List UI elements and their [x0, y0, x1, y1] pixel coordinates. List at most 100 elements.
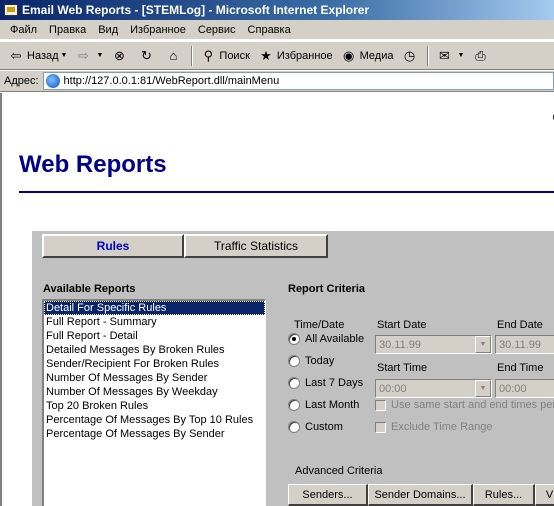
chevron-down-icon[interactable]: ▼: [475, 336, 491, 353]
refresh-button[interactable]: ↻: [134, 45, 161, 67]
radio-custom[interactable]: Custom: [288, 421, 343, 433]
reports-listbox[interactable]: Detail For Specific Rules Full Report - …: [42, 299, 266, 506]
start-time-label: Start Time: [377, 362, 428, 374]
chevron-down-icon[interactable]: ▼: [475, 380, 491, 397]
address-label: Адрес:: [4, 75, 39, 87]
end-date-value: 30.11.99: [499, 338, 542, 351]
menu-edit[interactable]: Правка: [43, 24, 92, 36]
list-item[interactable]: Number Of Messages By Sender: [44, 371, 265, 385]
start-date-select[interactable]: 30.11.99 ▼: [375, 335, 492, 354]
sender-domains-button[interactable]: Sender Domains...: [368, 484, 473, 506]
senders-button[interactable]: Senders...: [288, 484, 368, 506]
browser-toolbar: ⇦ Назад ▼ ⇨ ▼ ⊗ ↻ ⌂ ⚲ Поиск ★ Избранное …: [0, 41, 554, 70]
same-times-label: Use same start and end times per: [391, 399, 554, 411]
title-divider: [19, 191, 554, 193]
radio-button-checked[interactable]: [288, 333, 300, 345]
chevron-down-icon: ▼: [96, 52, 104, 59]
forward-button[interactable]: ⇨ ▼: [71, 45, 107, 67]
back-button[interactable]: ⇦ Назад ▼: [4, 45, 71, 67]
media-button-label: Медиа: [359, 49, 394, 62]
window-titlebar: Email Web Reports - [STEMLog] - Microsof…: [0, 0, 554, 20]
ie-window-icon: [4, 4, 18, 16]
history-button[interactable]: ◷: [397, 45, 424, 67]
tab-rules[interactable]: Rules: [42, 234, 184, 258]
radio-all-available[interactable]: All Available: [288, 333, 364, 345]
time-date-label: Time/Date: [294, 319, 345, 331]
toolbar-separator: [191, 45, 194, 66]
radio-last-7-days[interactable]: Last 7 Days: [288, 377, 363, 389]
end-date-select[interactable]: 30.11.99: [495, 335, 554, 354]
available-reports-heading: Available Reports: [43, 283, 136, 295]
list-item[interactable]: Full Report - Detail: [44, 329, 265, 343]
radio-today[interactable]: Today: [288, 355, 334, 367]
menubar: Файл Правка Вид Избранное Сервис Справка: [0, 20, 554, 40]
start-time-select[interactable]: 00:00 ▼: [375, 379, 492, 398]
more-criteria-button[interactable]: V: [535, 484, 554, 506]
advanced-criteria-label: Advanced Criteria: [295, 465, 383, 477]
favorites-button-label: Избранное: [276, 49, 333, 62]
forward-arrow-icon: ⇨: [78, 47, 89, 63]
radio-button[interactable]: [288, 421, 300, 433]
media-button[interactable]: ◉ Медиа: [337, 45, 398, 67]
window-title: Email Web Reports - [STEMLog] - Microsof…: [22, 3, 370, 17]
list-item[interactable]: Full Report - Summary: [44, 315, 265, 329]
same-times-checkbox[interactable]: [375, 399, 386, 411]
stop-icon: ⊗: [113, 47, 125, 63]
list-item[interactable]: Percentage Of Messages By Top 10 Rules: [44, 413, 265, 427]
address-url: http://127.0.0.1:81/WebReport.dll/mainMe…: [63, 75, 280, 87]
radio-label: Last Month: [305, 399, 360, 411]
radio-last-month[interactable]: Last Month: [288, 399, 359, 411]
radio-label: Custom: [305, 421, 343, 433]
page-content: Web Reports Rules Traffic Statistics Ava…: [0, 93, 554, 506]
address-bar: Адрес: http://127.0.0.1:81/WebReport.dll…: [0, 70, 554, 92]
menu-view[interactable]: Вид: [92, 24, 124, 36]
start-date-label: Start Date: [377, 319, 427, 331]
list-item[interactable]: Percentage Of Messages By Sender: [44, 427, 265, 441]
list-item[interactable]: Top 20 Broken Rules: [44, 399, 265, 413]
list-item[interactable]: Number Of Messages By Weekday: [44, 385, 265, 399]
address-input[interactable]: http://127.0.0.1:81/WebReport.dll/mainMe…: [42, 72, 554, 90]
radio-button[interactable]: [288, 377, 300, 389]
list-item[interactable]: Detailed Messages By Broken Rules: [44, 343, 265, 357]
stop-button[interactable]: ⊗: [107, 45, 134, 67]
favorites-icon: ★: [260, 47, 272, 63]
mail-button[interactable]: ✉ ▼: [432, 45, 468, 67]
list-item[interactable]: Sender/Recipient For Broken Rules: [44, 357, 265, 371]
history-icon: ◷: [403, 47, 416, 63]
radio-label: Today: [305, 355, 335, 367]
radio-button[interactable]: [288, 399, 300, 411]
reports-panel: Rules Traffic Statistics Available Repor…: [32, 231, 554, 506]
menu-file[interactable]: Файл: [4, 24, 43, 36]
start-time-value: 00:00: [379, 382, 407, 395]
exclude-range-checkbox[interactable]: [375, 421, 386, 433]
radio-button[interactable]: [288, 355, 300, 367]
same-times-checkbox-row[interactable]: Use same start and end times per: [375, 399, 554, 411]
favorites-button[interactable]: ★ Избранное: [254, 45, 337, 67]
back-arrow-icon: ⇦: [10, 47, 22, 63]
end-time-label: End Time: [497, 362, 544, 374]
chevron-down-icon: ▼: [60, 52, 68, 59]
logo-icon: [552, 113, 554, 121]
end-time-select[interactable]: 00:00: [495, 379, 554, 398]
exclude-range-checkbox-row[interactable]: Exclude Time Range: [375, 421, 493, 433]
menu-favorites[interactable]: Избранное: [124, 24, 192, 36]
exclude-range-label: Exclude Time Range: [391, 421, 493, 433]
radio-label: All Available: [305, 333, 365, 345]
search-button[interactable]: ⚲ Поиск: [196, 45, 253, 67]
menu-tools[interactable]: Сервис: [192, 24, 242, 36]
menu-help[interactable]: Справка: [242, 24, 297, 36]
rules-button[interactable]: Rules...: [473, 484, 535, 506]
back-button-label: Назад: [27, 49, 59, 62]
page-title: Web Reports: [19, 151, 167, 178]
tab-traffic-statistics[interactable]: Traffic Statistics: [184, 234, 328, 258]
search-button-label: Поиск: [219, 49, 250, 62]
print-icon: ⎙: [475, 47, 486, 63]
end-date-label: End Date: [497, 319, 543, 331]
start-date-value: 30.11.99: [379, 338, 422, 351]
search-icon: ⚲: [203, 47, 214, 63]
list-item[interactable]: Detail For Specific Rules: [44, 301, 265, 315]
end-time-value: 00:00: [499, 382, 527, 395]
home-button[interactable]: ⌂: [161, 45, 188, 67]
print-button[interactable]: ⎙: [468, 45, 495, 67]
report-criteria-heading: Report Criteria: [288, 283, 366, 295]
